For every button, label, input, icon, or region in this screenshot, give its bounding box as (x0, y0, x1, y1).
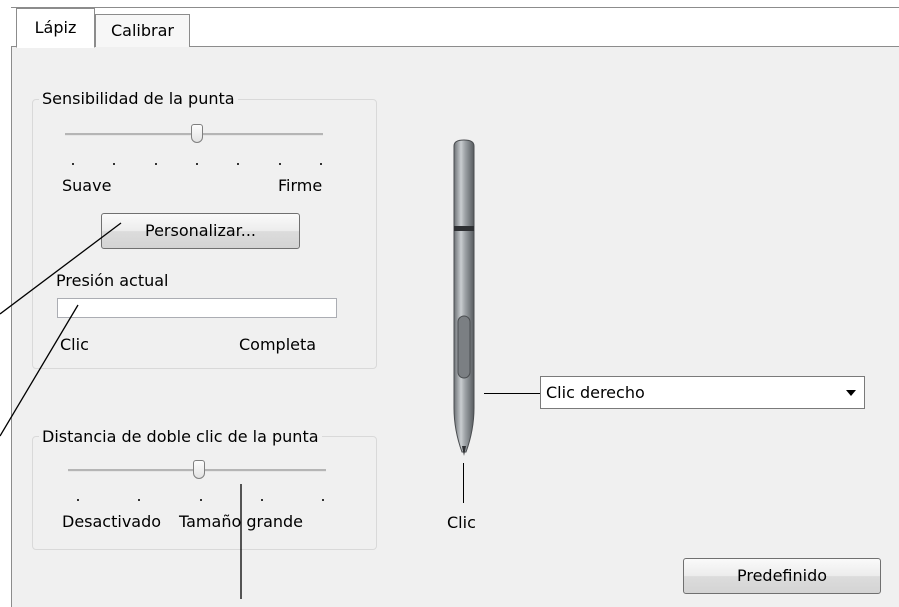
callout-lines (0, 222, 242, 599)
tab-pen[interactable]: Lápiz (16, 8, 95, 48)
